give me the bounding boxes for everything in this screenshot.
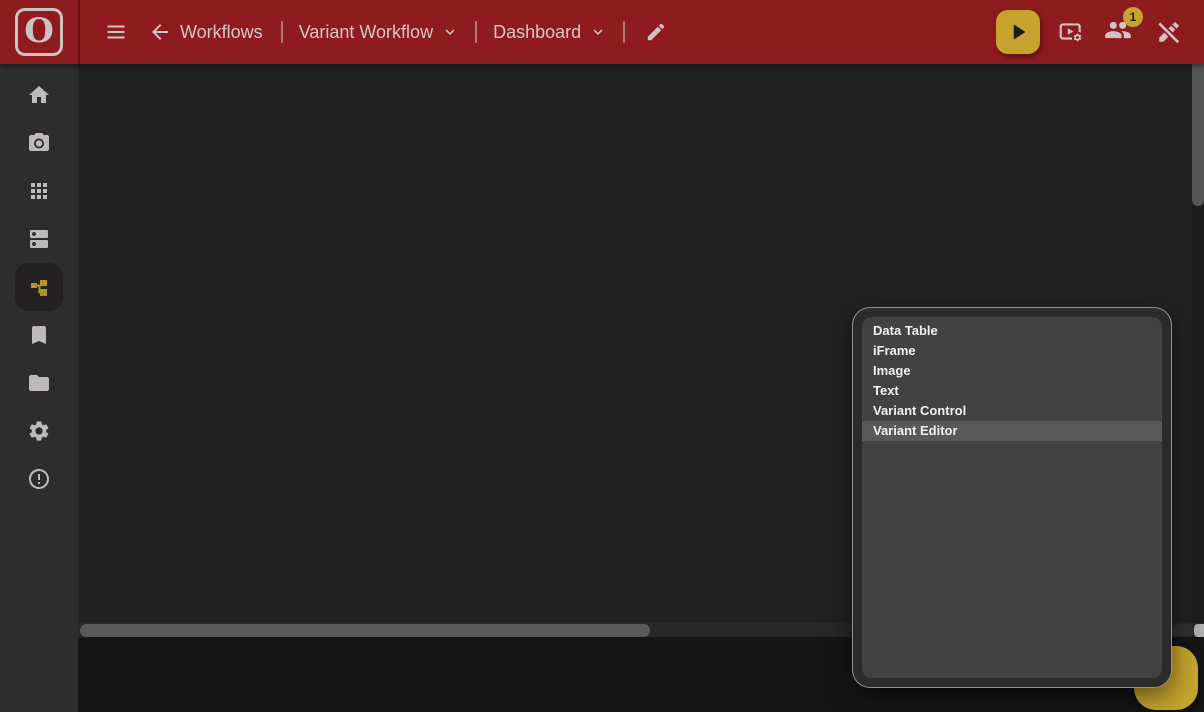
sidebar-item-alerts[interactable] xyxy=(0,455,78,503)
horizontal-scrollbar-fragment[interactable] xyxy=(1172,624,1194,637)
horizontal-scrollbar-thumb[interactable] xyxy=(80,624,650,637)
sidebar-item-settings[interactable] xyxy=(0,407,78,455)
page-selector-dropdown[interactable]: Dashboard xyxy=(493,22,607,43)
menu-item-text[interactable]: Text xyxy=(862,381,1162,401)
sidebar-item-files[interactable] xyxy=(0,359,78,407)
back-arrow-icon xyxy=(148,20,172,44)
collaborators-button[interactable]: 1 xyxy=(1104,16,1132,49)
apps-grid-icon xyxy=(15,167,63,215)
camera-icon xyxy=(15,119,63,167)
vertical-scrollbar-thumb[interactable] xyxy=(1192,64,1204,206)
breadcrumb-separator xyxy=(475,21,477,43)
folder-icon xyxy=(15,359,63,407)
menu-item-iframe[interactable]: iFrame xyxy=(862,341,1162,361)
app-window: Data Table iFrame Image Text Variant Con… xyxy=(0,0,1204,712)
menu-item-variant-control[interactable]: Variant Control xyxy=(862,401,1162,421)
sidebar-item-home[interactable] xyxy=(0,71,78,119)
dns-icon xyxy=(15,215,63,263)
workflow-selector-dropdown[interactable]: Variant Workflow xyxy=(299,22,459,43)
sidebar-item-bookmarks[interactable] xyxy=(0,311,78,359)
component-menu-list: Data Table iFrame Image Text Variant Con… xyxy=(862,317,1162,678)
workflow-schema-icon xyxy=(15,263,63,311)
chevron-down-icon xyxy=(441,23,459,41)
sidebar-item-workflows[interactable] xyxy=(0,263,78,311)
back-button[interactable] xyxy=(148,20,172,44)
app-logo: O xyxy=(0,0,78,64)
component-menu-panel: Data Table iFrame Image Text Variant Con… xyxy=(852,307,1172,688)
rename-button[interactable] xyxy=(645,21,667,43)
page-selector-label: Dashboard xyxy=(493,22,581,43)
hamburger-menu-button[interactable] xyxy=(104,20,128,44)
gear-icon xyxy=(15,407,63,455)
workflow-selector-label: Variant Workflow xyxy=(299,22,433,43)
error-icon xyxy=(15,455,63,503)
logo-letter: O xyxy=(24,14,54,48)
run-workflow-button[interactable] xyxy=(996,10,1040,54)
home-icon xyxy=(15,71,63,119)
menu-item-image[interactable]: Image xyxy=(862,361,1162,381)
chevron-down-icon xyxy=(589,23,607,41)
menu-item-variant-editor[interactable]: Variant Editor xyxy=(862,421,1162,441)
hamburger-menu-icon xyxy=(104,20,128,44)
toggle-edit-mode-button[interactable] xyxy=(1156,19,1182,45)
breadcrumb-separator xyxy=(623,21,625,43)
sidebar-item-dns[interactable] xyxy=(0,215,78,263)
sidebar-item-camera[interactable] xyxy=(0,119,78,167)
topbar-divider xyxy=(78,0,80,64)
sidebar-item-apps[interactable] xyxy=(0,167,78,215)
collaborators-count-badge: 1 xyxy=(1123,7,1143,27)
bookmark-icon xyxy=(15,311,63,359)
scrollbar-corner-thumb[interactable] xyxy=(1194,624,1204,637)
breadcrumb-separator xyxy=(281,21,283,43)
sidebar-nav xyxy=(0,64,78,712)
breadcrumb-workflows[interactable]: Workflows xyxy=(180,22,263,43)
video-settings-icon xyxy=(1058,19,1084,45)
top-app-bar: O Workflows Variant Workflow Dashboard xyxy=(0,0,1204,64)
logo-badge: O xyxy=(15,8,63,56)
edit-off-icon xyxy=(1156,19,1182,45)
run-settings-button[interactable] xyxy=(1058,19,1084,45)
edit-pencil-icon xyxy=(645,21,667,43)
menu-item-data-table[interactable]: Data Table xyxy=(862,321,1162,341)
play-icon xyxy=(1005,19,1031,45)
